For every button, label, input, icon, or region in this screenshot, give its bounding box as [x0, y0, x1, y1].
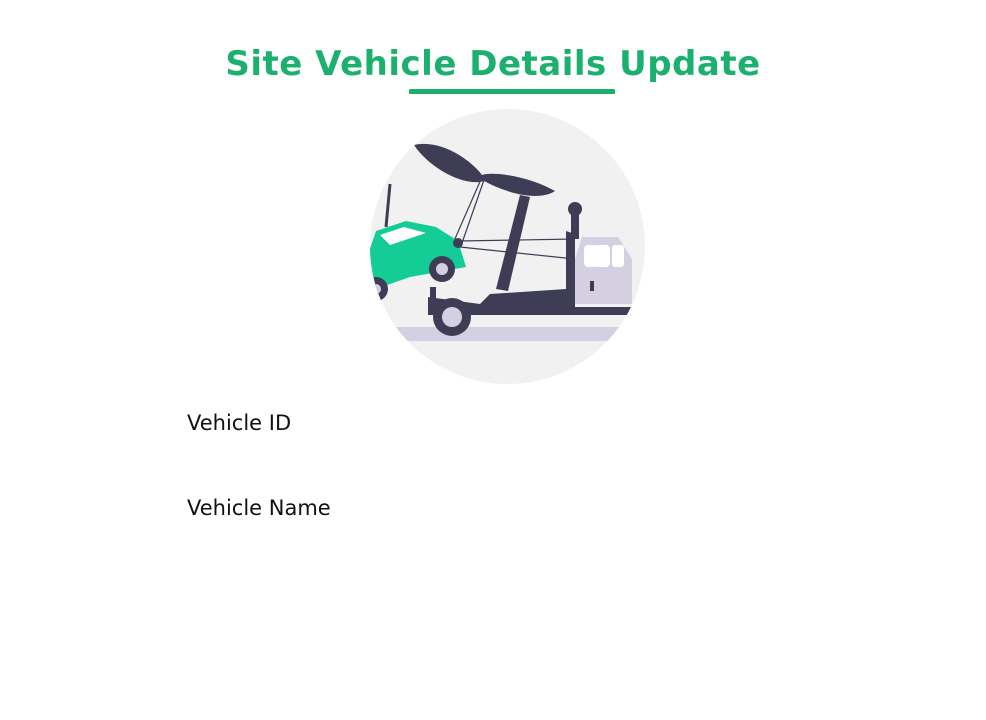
- towed-car-rear-hub: [371, 284, 381, 294]
- vehicle-id-label: Vehicle ID: [187, 411, 292, 435]
- truck-door-handle: [590, 281, 594, 291]
- towed-car-front-hub: [436, 263, 448, 275]
- truck-rear-hub: [442, 307, 462, 327]
- tow-truck-illustration: [370, 109, 645, 384]
- page-root: Site Vehicle Details Update Vehicle ID V…: [0, 0, 986, 720]
- page-title: Site Vehicle Details Update: [225, 44, 761, 84]
- truck-window-rear: [612, 245, 624, 267]
- vehicle-name-label: Vehicle Name: [187, 496, 331, 520]
- truck-hitch: [430, 287, 436, 301]
- truck-window: [584, 245, 610, 267]
- title-underline: [409, 89, 615, 94]
- towed-car-hook: [453, 238, 463, 248]
- title-container: Site Vehicle Details Update: [0, 40, 986, 88]
- tow-truck-icon: [370, 109, 645, 384]
- crane-post: [571, 209, 579, 239]
- ground-strip: [390, 327, 640, 341]
